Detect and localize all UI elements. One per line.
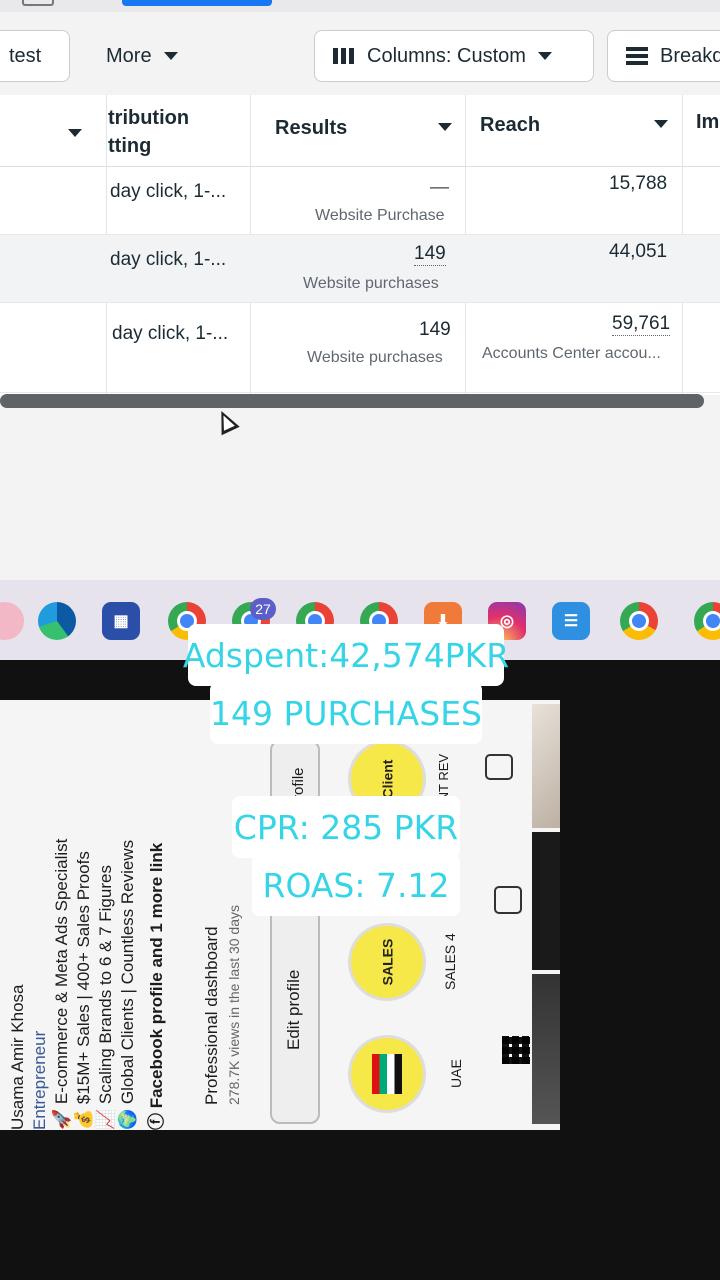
attribution-cell: day click, 1-... [112, 323, 229, 344]
profile-links[interactable]: ⓕ Facebook profile and 1 more link [142, 843, 167, 1130]
results-type: Website purchases [307, 349, 443, 366]
header-reach[interactable]: Reach [480, 114, 540, 137]
highlight-cover-text: Client [378, 759, 395, 799]
reach-value: 15,788 [609, 173, 668, 194]
sort-caret-icon[interactable] [68, 129, 82, 137]
header-attribution-line2[interactable]: tting [108, 135, 151, 158]
table-row[interactable]: day click, 1-... 149 Website purchases 5… [0, 303, 720, 393]
edit-profile-label: Edit profile [284, 969, 303, 1050]
header-impressions[interactable]: Im [696, 111, 719, 134]
toolbar: test More Columns: Custom Breakd [0, 20, 720, 86]
chevron-down-icon [537, 52, 552, 60]
table-header: tribution tting Results Reach Im [0, 95, 720, 167]
notification-badge: 27 [250, 598, 276, 620]
bio-line: 🌍 Global Clients | Countless Reviews [118, 839, 137, 1130]
chevron-down-icon [163, 52, 178, 60]
ab-test-button[interactable]: test [0, 30, 70, 82]
reach-value: 44,051 [609, 241, 668, 262]
caption-cpr: CPR: 285 PKR [232, 796, 460, 858]
highlight-label: SALES 4 [442, 933, 458, 990]
results-value: — [430, 177, 449, 198]
tab-icon[interactable] [22, 0, 54, 6]
chrome-profile-icon[interactable] [620, 602, 658, 640]
caption-roas: ROAS: 7.12 [252, 854, 460, 916]
columns-label: Columns: Custom [367, 44, 526, 67]
highlight-sales[interactable]: SALES [348, 923, 426, 1001]
store-icon[interactable]: ▦ [102, 602, 140, 640]
highlight-cover-text: SALES [379, 938, 395, 986]
reels-tab-icon[interactable] [494, 886, 522, 914]
columns-icon [333, 48, 355, 64]
reach-sub-label: Accounts Center accou... [482, 345, 661, 362]
ads-table: tribution tting Results Reach Im day cli… [0, 95, 720, 395]
caption-purchases: 149 PURCHASES [210, 682, 482, 744]
breakdown-label: Breakd [660, 44, 720, 67]
attribution-cell: day click, 1-... [110, 249, 227, 270]
ads-manager-window: test More Columns: Custom Breakd tributi… [0, 0, 720, 660]
dashboard-subtitle: 278.7K views in the last 30 days [226, 904, 242, 1105]
results-type: Website Purchase [315, 207, 445, 224]
attribution-cell: day click, 1-... [110, 181, 227, 202]
horizontal-scrollbar[interactable] [0, 394, 704, 408]
more-button[interactable]: More [106, 30, 178, 82]
sort-caret-icon[interactable] [438, 123, 452, 131]
tagged-tab-icon[interactable] [485, 754, 513, 780]
profile-name: Usama Amir Khosa [8, 984, 27, 1131]
bio-line: 💰 $15M+ Sales | 400+ Sales Proofs [74, 851, 93, 1130]
dashboard-title[interactable]: Professional dashboard [202, 926, 222, 1105]
highlight-uae[interactable] [348, 1035, 426, 1113]
sort-caret-icon[interactable] [654, 120, 668, 128]
results-value[interactable]: 149 [414, 243, 446, 266]
header-results[interactable]: Results [275, 117, 347, 140]
ab-test-label: test [9, 44, 42, 67]
more-label: More [106, 44, 152, 67]
columns-button[interactable]: Columns: Custom [314, 30, 594, 82]
active-tab-indicator[interactable] [122, 0, 272, 6]
highlight-label: UAE [448, 1059, 464, 1088]
breakdown-button[interactable]: Breakd [607, 30, 720, 82]
tab-bar [0, 0, 720, 12]
uae-flag-icon [372, 1054, 402, 1094]
post-thumbnail[interactable] [532, 974, 560, 1124]
notepad-icon[interactable]: ☰ [552, 602, 590, 640]
post-thumbnail[interactable] [532, 704, 560, 828]
results-type: Website purchases [303, 275, 439, 292]
edge-icon[interactable] [38, 602, 76, 640]
results-value: 149 [419, 319, 451, 340]
reach-value[interactable]: 59,761 [612, 313, 671, 336]
post-thumbnail[interactable] [532, 832, 560, 970]
caption-adspent: Adspent:42,574PKR [183, 624, 509, 686]
grid-tab-icon[interactable] [502, 1036, 530, 1064]
bio-line: 📈 Scaling Brands to 6 & 7 Figures [96, 865, 115, 1130]
profile-title: Entrepreneur [30, 1030, 49, 1130]
header-attribution-line1[interactable]: tribution [108, 107, 189, 130]
table-row[interactable]: day click, 1-... 149 Website purchases 4… [0, 235, 720, 303]
breakdown-icon [626, 47, 648, 65]
mouse-cursor-icon [212, 406, 240, 436]
table-row[interactable]: day click, 1-... — Website Purchase 15,7… [0, 167, 720, 235]
bio-line: 🚀 E-commerce & Meta Ads Specialist [52, 838, 71, 1130]
chrome-icon[interactable] [694, 602, 720, 640]
app-icon[interactable] [0, 602, 24, 640]
